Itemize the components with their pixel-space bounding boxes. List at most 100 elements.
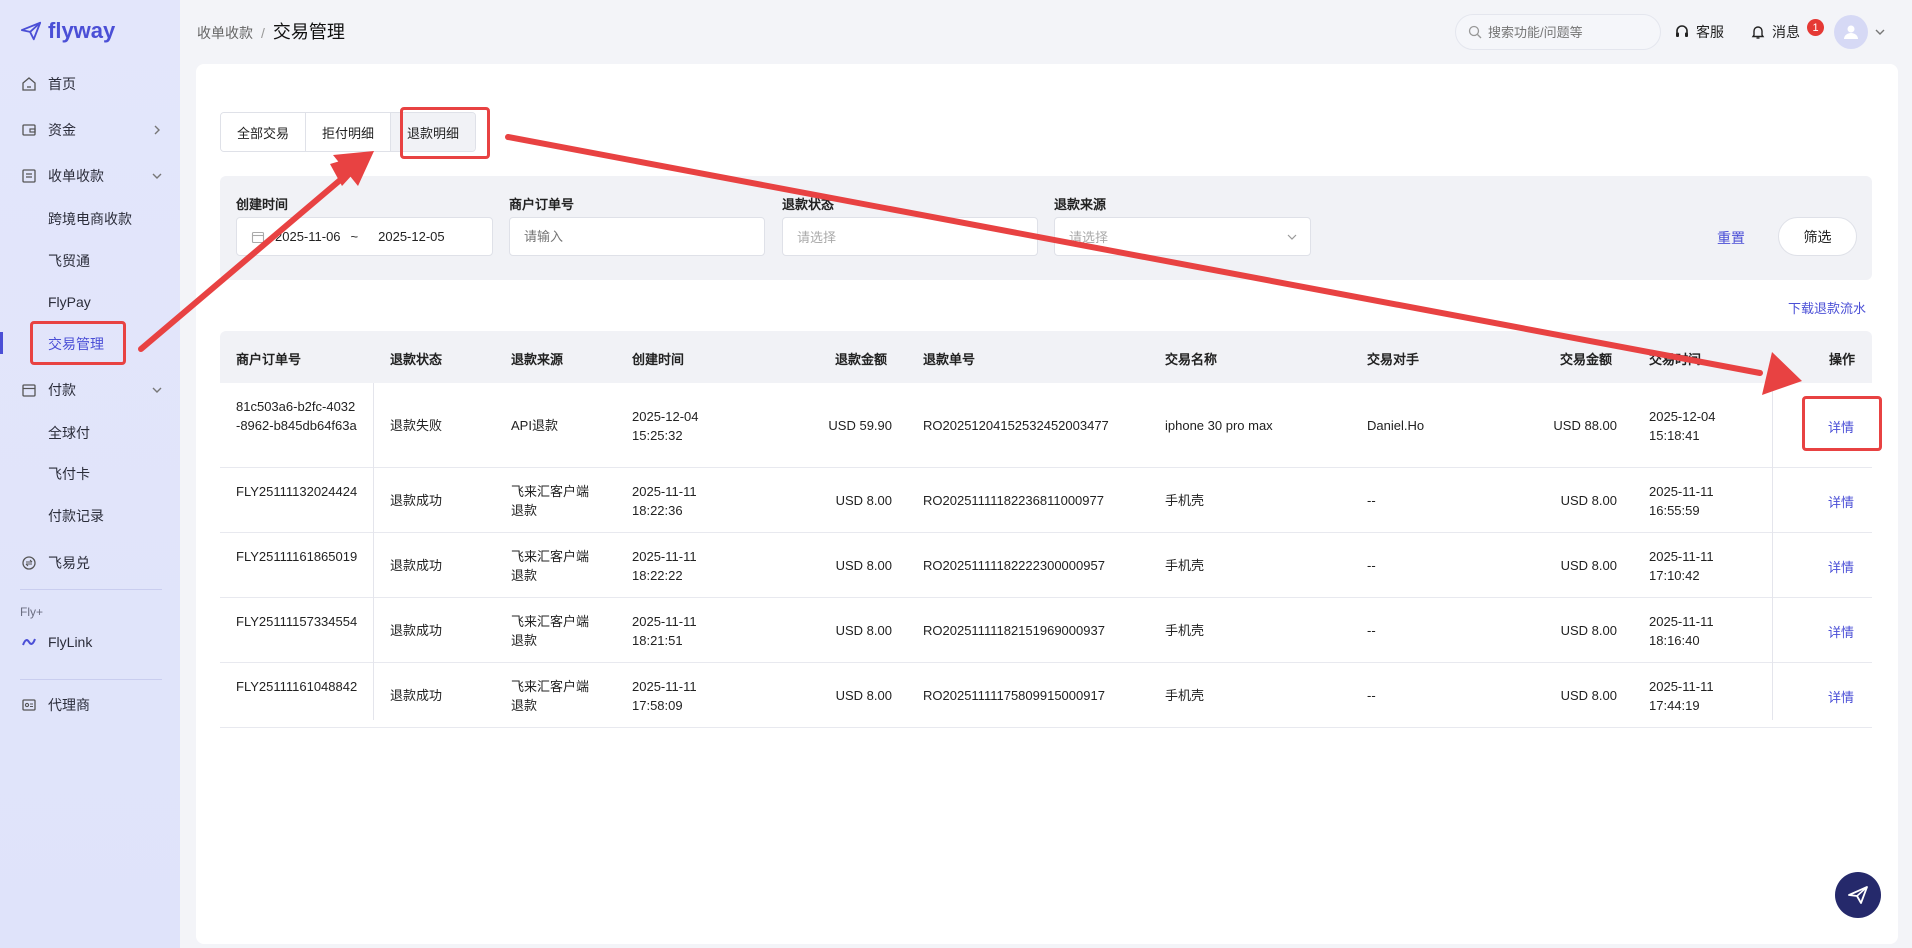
filter-label-status: 退款状态	[782, 197, 835, 212]
cell-refund-status: 退款成功	[390, 492, 443, 508]
agent-card-icon	[20, 696, 38, 714]
cell-trade-date: 2025-11-11	[1649, 483, 1714, 499]
cell-refund-amount: USD 8.00	[835, 492, 892, 508]
cell-trade-name: 手机壳	[1165, 557, 1205, 573]
sidebar-subitem-fly-card[interactable]: 飞付卡	[48, 456, 90, 492]
cell-created-time: 18:21:51	[632, 632, 683, 648]
sidebar-item-flylink[interactable]: FlyLink	[0, 622, 180, 662]
user-avatar[interactable]	[1834, 15, 1868, 49]
messages-button[interactable]: 消息	[1750, 22, 1800, 42]
chevron-down-icon	[152, 387, 162, 393]
cell-counterparty: --	[1367, 492, 1376, 508]
sidebar-item-funds[interactable]: 资金	[0, 110, 180, 150]
sidebar-item-payment[interactable]: 付款	[0, 370, 180, 410]
sidebar-subitem-feimaotong[interactable]: 飞贸通	[48, 243, 90, 279]
tab-all-transactions[interactable]: 全部交易	[221, 113, 307, 151]
detail-link[interactable]: 详情	[1828, 557, 1854, 576]
cell-order-number: FLY25111132024424	[236, 483, 358, 499]
date-range-picker[interactable]: 2025-11-06 ~ 2025-12-05	[236, 217, 493, 256]
breadcrumb: 收单收款 / 交易管理	[197, 18, 345, 44]
sidebar-subitem-flypay[interactable]: FlyPay	[48, 284, 91, 320]
cell-trade-amount: USD 8.00	[1560, 492, 1617, 508]
sidebar-item-agent[interactable]: 代理商	[0, 685, 180, 725]
cell-trade-time: 17:10:42	[1649, 567, 1700, 583]
search-input[interactable]	[1488, 24, 1648, 40]
bell-icon	[1751, 26, 1765, 39]
sidebar-subitem-label: 付款记录	[48, 508, 104, 524]
cell-order-number: FLY25111157334554	[236, 613, 358, 629]
sidebar-item-label: 代理商	[48, 697, 90, 713]
cell-refund-number: RO20251111182151969000937	[923, 622, 1105, 638]
col-header-trade-name: 交易名称	[1165, 352, 1218, 367]
cell-refund-amount: USD 8.00	[835, 622, 892, 638]
cell-refund-status: 退款失败	[390, 417, 443, 433]
sidebar-item-collect[interactable]: 收单收款	[0, 156, 180, 196]
page-title: 交易管理	[272, 22, 345, 42]
cell-refund-source: 飞来汇客户端退款	[511, 548, 590, 583]
chevron-down-icon	[1287, 234, 1297, 240]
sidebar-item-home[interactable]: 首页	[0, 64, 180, 104]
breadcrumb-separator: /	[261, 25, 265, 41]
cell-refund-amount: USD 59.90	[828, 417, 892, 433]
calendar-icon	[20, 381, 38, 399]
cell-trade-amount: USD 8.00	[1560, 622, 1617, 638]
cell-refund-amount: USD 8.00	[835, 687, 892, 703]
cell-trade-date: 2025-11-11	[1649, 613, 1714, 629]
cell-refund-source: 飞来汇客户端退款	[511, 483, 590, 518]
cell-refund-amount: USD 8.00	[835, 557, 892, 573]
cell-trade-date: 2025-11-11	[1649, 548, 1714, 564]
cell-created-time: 18:22:22	[632, 567, 683, 583]
cell-created-date: 2025-11-11	[632, 613, 697, 629]
sidebar-item-exchange[interactable]: 飞易兑	[0, 543, 180, 583]
cell-created-time: 17:58:09	[632, 697, 683, 713]
cell-trade-time: 15:18:41	[1649, 427, 1700, 443]
cell-refund-status: 退款成功	[390, 557, 443, 573]
sidebar-subitem-label: 飞付卡	[48, 466, 90, 482]
sidebar-divider	[20, 679, 162, 680]
filter-label-source: 退款来源	[1054, 197, 1107, 212]
sidebar-item-label: 飞易兑	[48, 555, 90, 571]
flyway-logo[interactable]: flyway	[20, 18, 115, 44]
filter-label-created: 创建时间	[236, 197, 289, 212]
cell-created-time: 18:22:36	[632, 502, 683, 518]
col-header-trade-time: 交易时间	[1649, 352, 1702, 367]
cell-refund-number: RO20251111182222300000957	[923, 557, 1105, 573]
filter-label-order: 商户订单号	[509, 197, 575, 212]
col-header-action: 操作	[1829, 352, 1856, 367]
cell-trade-name: iphone 30 pro max	[1165, 417, 1273, 433]
sidebar-subitem-global-pay[interactable]: 全球付	[48, 415, 90, 451]
messages-label: 消息	[1772, 24, 1800, 40]
floating-assistant-button[interactable]	[1835, 872, 1881, 918]
sidebar-item-label: 资金	[48, 122, 76, 138]
reset-button[interactable]: 重置	[1717, 228, 1745, 248]
sidebar-item-label: 付款	[48, 382, 76, 398]
col-header-trade-amount: 交易金额	[1560, 352, 1613, 367]
message-count-badge: 1	[1807, 19, 1824, 36]
global-search[interactable]	[1455, 14, 1661, 50]
detail-link[interactable]: 详情	[1828, 622, 1854, 641]
sidebar-subitem-cross-border[interactable]: 跨境电商收款	[48, 201, 132, 237]
order-number-input[interactable]	[524, 229, 764, 244]
download-refund-statement-link[interactable]: 下载退款流水	[1788, 298, 1866, 317]
chevron-right-icon	[154, 125, 160, 135]
refund-source-select[interactable]: 请选择	[1054, 217, 1311, 256]
chevron-down-icon[interactable]	[1874, 26, 1886, 38]
refund-status-placeholder: 请选择	[797, 230, 837, 245]
cell-trade-amount: USD 8.00	[1560, 687, 1617, 703]
refund-status-select[interactable]: 请选择	[782, 217, 1038, 256]
sidebar-subitem-payment-records[interactable]: 付款记录	[48, 498, 104, 534]
tab-chargeback-details[interactable]: 拒付明细	[306, 113, 392, 151]
detail-link[interactable]: 详情	[1828, 492, 1854, 511]
col-header-order: 商户订单号	[236, 352, 302, 367]
order-number-field[interactable]	[509, 217, 765, 256]
cell-refund-source: 飞来汇客户端退款	[511, 678, 590, 713]
cell-trade-amount: USD 88.00	[1553, 417, 1617, 433]
cell-created-date: 2025-11-11	[632, 678, 697, 694]
detail-link[interactable]: 详情	[1828, 687, 1854, 706]
filter-button[interactable]: 筛选	[1778, 217, 1857, 256]
breadcrumb-parent[interactable]: 收单收款	[197, 23, 253, 43]
logo-text: flyway	[48, 18, 116, 43]
cell-order-number: 81c503a6-b2fc-4032-8962-b845db64f63a	[236, 399, 357, 433]
customer-service-button[interactable]: 客服	[1674, 22, 1724, 42]
col-header-counterparty: 交易对手	[1367, 352, 1420, 367]
